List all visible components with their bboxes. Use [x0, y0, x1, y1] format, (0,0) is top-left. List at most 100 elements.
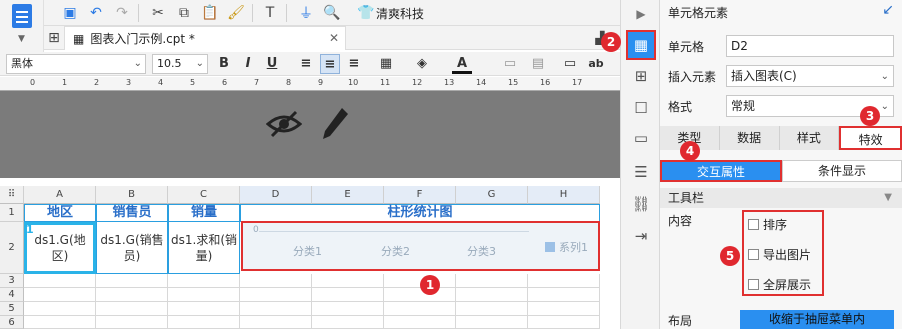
column-header[interactable]: C [168, 186, 240, 204]
user-name[interactable]: 清爽科技 [376, 5, 424, 22]
grid-cell[interactable] [384, 288, 456, 302]
checkbox[interactable] [748, 249, 759, 260]
grid-cell[interactable] [456, 274, 528, 288]
tab-data[interactable]: 数据 [719, 126, 780, 150]
insert-field-icon[interactable]: ▭ [560, 54, 580, 74]
option-sort[interactable]: 排序 [748, 216, 787, 233]
toolbar-section-header[interactable]: 工具栏 ▼ [660, 188, 902, 208]
option-fullscreen[interactable]: 全屏展示 [748, 276, 811, 293]
column-header[interactable]: E [312, 186, 384, 204]
text-format-button[interactable]: ab [586, 54, 606, 74]
paste-icon[interactable]: 📋 [200, 3, 220, 23]
grid-cell[interactable] [528, 316, 600, 329]
connect-icon[interactable]: ⏚ [296, 3, 316, 23]
row-header[interactable]: 3 [0, 274, 24, 288]
cell-b1[interactable]: 销售员 [96, 204, 168, 222]
text-box-icon[interactable]: T [260, 3, 280, 23]
font-family-select[interactable]: 黑体 ⌄ [6, 54, 146, 74]
merge-icon[interactable]: ▭ [500, 54, 520, 74]
font-color-button[interactable]: A [452, 54, 472, 74]
app-logo[interactable]: ▼ [0, 0, 44, 56]
shirt-icon[interactable]: 👕 [356, 3, 376, 23]
cell-c2[interactable]: ds1.求和(销量) [168, 222, 240, 274]
row-header[interactable]: 2 [0, 222, 24, 274]
cell-element-icon[interactable]: ▦ [626, 30, 656, 60]
redo-icon[interactable]: ↷ [112, 3, 132, 23]
cell-d1-chart-title[interactable]: 柱形统计图 [240, 204, 600, 222]
link-icon[interactable]: ⛓ [629, 192, 653, 216]
grid-cell[interactable] [528, 288, 600, 302]
align-center-icon[interactable]: ≡ [320, 54, 340, 74]
pencil-icon[interactable] [320, 106, 350, 142]
grid-cell[interactable] [456, 288, 528, 302]
column-header[interactable]: B [96, 186, 168, 204]
bold-button[interactable]: B [214, 54, 234, 74]
grid-icon[interactable]: ⊞ [44, 28, 64, 48]
grid-cell[interactable] [168, 274, 240, 288]
grid-cell[interactable] [168, 302, 240, 316]
cell-c1[interactable]: 销量 [168, 204, 240, 222]
grid-cell[interactable] [312, 274, 384, 288]
cut-icon[interactable]: ✂ [148, 3, 168, 23]
grid-cell[interactable] [240, 302, 312, 316]
play-icon[interactable]: ▶ [629, 2, 653, 26]
cell-b2[interactable]: ds1.G(销售员) [96, 222, 168, 274]
close-icon[interactable]: ✕ [329, 31, 339, 45]
grid-cell[interactable] [240, 316, 312, 329]
eye-off-icon[interactable] [266, 108, 302, 140]
row-header[interactable]: 6 [0, 316, 24, 329]
column-header[interactable]: D [240, 186, 312, 204]
tab-style[interactable]: 样式 [779, 126, 840, 150]
stack-icon[interactable]: ☰ [629, 160, 653, 184]
grid-cell[interactable] [384, 316, 456, 329]
font-size-select[interactable]: 10.5 ⌄ [152, 54, 208, 74]
option-export-image[interactable]: 导出图片 [748, 246, 811, 263]
import-icon[interactable]: ⇥ [629, 224, 653, 248]
grid-cell[interactable] [312, 302, 384, 316]
grid-cell[interactable] [240, 288, 312, 302]
grid-cell[interactable] [384, 302, 456, 316]
italic-button[interactable]: I [238, 54, 258, 74]
grid-cell[interactable] [528, 302, 600, 316]
checkbox[interactable] [748, 279, 759, 290]
tab-conditional-display[interactable]: 条件显示 [782, 160, 902, 182]
grid-cell[interactable] [24, 288, 96, 302]
grid-cell[interactable] [312, 316, 384, 329]
cell-input[interactable]: D2 [726, 35, 894, 57]
grid-corner[interactable]: ⠿ [0, 186, 24, 204]
copy-icon[interactable]: ⧉ [174, 3, 194, 23]
grid-cell[interactable] [168, 288, 240, 302]
grid-cell[interactable] [96, 302, 168, 316]
collapse-icon[interactable]: ↙ [882, 2, 894, 18]
grid-cell[interactable] [168, 316, 240, 329]
checkbox[interactable] [748, 219, 759, 230]
embedded-chart-d2[interactable]: 0 分类1 分类2 分类3 系列1 [241, 221, 600, 271]
tab-interaction[interactable]: 交互属性 [660, 160, 782, 182]
grid-cell[interactable] [96, 288, 168, 302]
tab-effects[interactable]: 特效 [839, 126, 902, 150]
column-header[interactable]: A [24, 186, 96, 204]
grid-cell[interactable] [528, 274, 600, 288]
widget-icon[interactable]: ☐ [629, 96, 653, 120]
save-icon[interactable]: ▣ [60, 3, 80, 23]
grid-cell[interactable] [96, 274, 168, 288]
column-header[interactable]: G [456, 186, 528, 204]
grid-cell[interactable] [312, 288, 384, 302]
wrap-icon[interactable]: ▤ [528, 54, 548, 74]
format-painter-icon[interactable]: 🖌 [226, 3, 246, 23]
cell-attribute-icon[interactable]: ⊞ [629, 64, 653, 88]
insert-element-select[interactable]: 插入图表(C) ⌄ [726, 65, 894, 87]
layout-select[interactable]: 收缩于抽屉菜单内 [740, 310, 894, 329]
underline-button[interactable]: U [262, 54, 282, 74]
column-header[interactable]: H [528, 186, 600, 204]
file-tab[interactable]: ▦ 图表入门示例.cpt * ✕ [64, 26, 346, 50]
grid-cell[interactable] [456, 316, 528, 329]
preview-icon[interactable]: 🔍 [322, 3, 342, 23]
align-left-icon[interactable]: ≡ [296, 54, 316, 74]
grid-cell[interactable] [240, 274, 312, 288]
grid-cell[interactable] [24, 316, 96, 329]
cell-a2[interactable]: ds1.G(地区) [24, 222, 96, 274]
border-icon[interactable]: ▦ [376, 54, 396, 74]
align-right-icon[interactable]: ≡ [344, 54, 364, 74]
row-header[interactable]: 1 [0, 204, 24, 222]
